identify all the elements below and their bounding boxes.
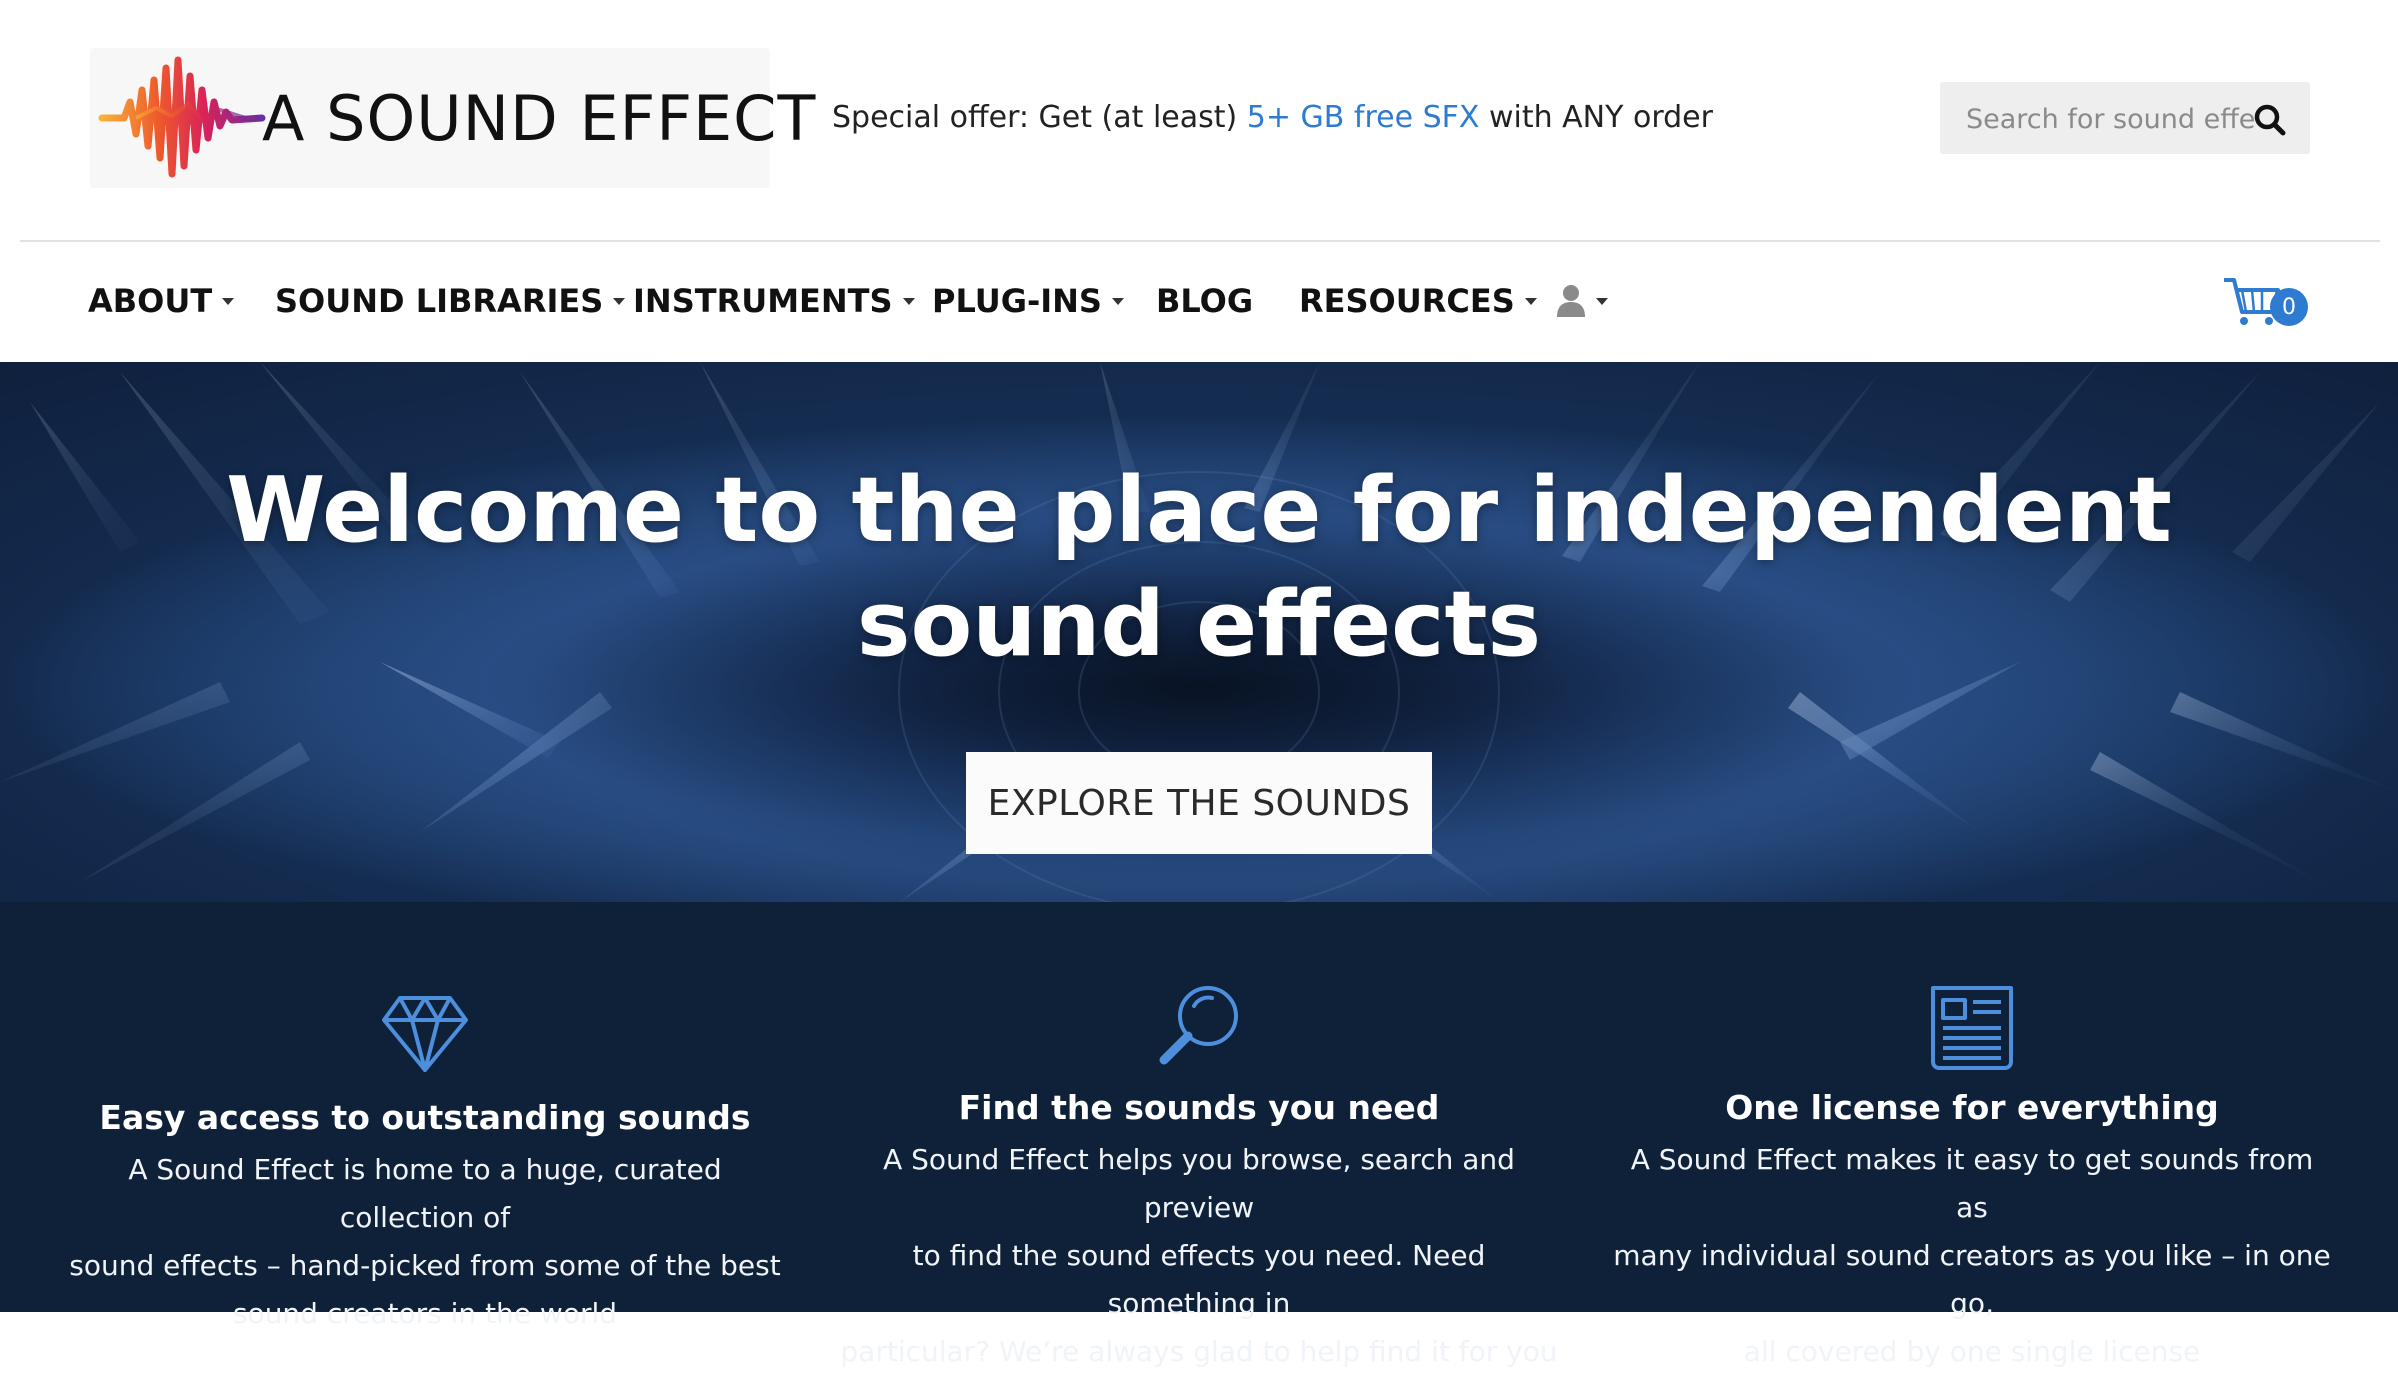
promo-link[interactable]: 5+ GB free SFX xyxy=(1247,100,1480,135)
promo-suffix: with ANY order xyxy=(1479,100,1713,135)
hero-title-line-1: Welcome to the place for independent xyxy=(226,458,2172,563)
diamond-icon xyxy=(382,996,468,1072)
feature-description: A Sound Effect helps you browse, search … xyxy=(839,1136,1559,1376)
feature-line: A Sound Effect is home to a huge, curate… xyxy=(128,1153,722,1234)
nav-item-blog[interactable]: BLOG xyxy=(1156,282,1253,320)
nav-item-resources[interactable]: RESOURCES xyxy=(1299,282,1537,320)
caret-down-icon xyxy=(613,297,626,305)
feature-line: A Sound Effect helps you browse, search … xyxy=(883,1143,1515,1224)
feature-title: Find the sounds you need xyxy=(958,1088,1440,1127)
feature-description: A Sound Effect is home to a huge, curate… xyxy=(65,1146,785,1338)
hero-banner: Welcome to the place for independent sou… xyxy=(0,362,2398,902)
search-box xyxy=(1940,82,2310,156)
feature-line: sound effects – hand-picked from some of… xyxy=(69,1249,781,1282)
hero-title: Welcome to the place for independent sou… xyxy=(0,454,2398,682)
caret-down-icon xyxy=(1111,297,1124,305)
magnifier-icon xyxy=(1159,986,1238,1065)
nav-item-sound-libraries[interactable]: SOUND LIBRARIES xyxy=(275,282,626,320)
user-icon xyxy=(1557,285,1585,317)
cart-button[interactable]: 0 xyxy=(2222,274,2312,344)
hero-title-line-2: sound effects xyxy=(856,572,1542,677)
feature-description: A Sound Effect makes it easy to get soun… xyxy=(1612,1136,2332,1376)
caret-down-icon xyxy=(1596,297,1608,305)
feature-line: many individual sound creators as you li… xyxy=(1613,1239,2331,1320)
feature-title: One license for everything xyxy=(1725,1088,2219,1127)
nav-item-label: PLUG-INS xyxy=(932,282,1102,320)
nav-item-instruments[interactable]: INSTRUMENTS xyxy=(633,282,915,320)
nav-item-label: INSTRUMENTS xyxy=(633,282,893,320)
site-header: A SOUND EFFECT Special offer: Get (at le… xyxy=(0,0,2398,240)
search-input[interactable] xyxy=(1964,82,2258,156)
main-nav: ABOUT SOUND LIBRARIES INSTRUMENTS PLUG-I… xyxy=(0,242,2398,362)
nav-item-plug-ins[interactable]: PLUG-INS xyxy=(932,282,1124,320)
feature-title: Easy access to outstanding sounds xyxy=(99,1098,751,1137)
nav-item-label: RESOURCES xyxy=(1299,282,1515,320)
caret-down-icon xyxy=(902,297,915,305)
search-icon[interactable] xyxy=(2250,100,2290,140)
explore-sounds-button[interactable]: EXPLORE THE SOUNDS xyxy=(966,752,1432,854)
site-logo[interactable]: A SOUND EFFECT xyxy=(90,48,815,188)
nav-item-account[interactable] xyxy=(1556,284,1608,318)
feature-line: particular? We’re always glad to help fi… xyxy=(840,1335,1558,1368)
features-section: Easy access to outstanding sounds A Soun… xyxy=(0,902,2398,1368)
caret-down-icon xyxy=(222,297,235,305)
promo-banner: Special offer: Get (at least) 5+ GB free… xyxy=(832,100,1713,135)
nav-item-label: BLOG xyxy=(1156,282,1254,320)
feature-line: sound creators in the world xyxy=(232,1297,618,1330)
feature-line: to find the sound effects you need. Need… xyxy=(912,1239,1486,1320)
soundwave-logo-icon xyxy=(98,56,266,178)
caret-down-icon xyxy=(1524,297,1537,305)
cart-count-badge: 0 xyxy=(2270,288,2308,326)
nav-item-label: ABOUT xyxy=(88,282,213,320)
promo-prefix: Special offer: Get (at least) xyxy=(832,100,1247,135)
nav-item-label: SOUND LIBRARIES xyxy=(275,282,604,320)
feature-line: all covered by one single license xyxy=(1743,1335,2201,1368)
nav-item-about[interactable]: ABOUT xyxy=(88,282,235,320)
document-icon xyxy=(1931,986,2013,1070)
logo-text: A SOUND EFFECT xyxy=(262,82,817,155)
feature-line: A Sound Effect makes it easy to get soun… xyxy=(1630,1143,2314,1224)
